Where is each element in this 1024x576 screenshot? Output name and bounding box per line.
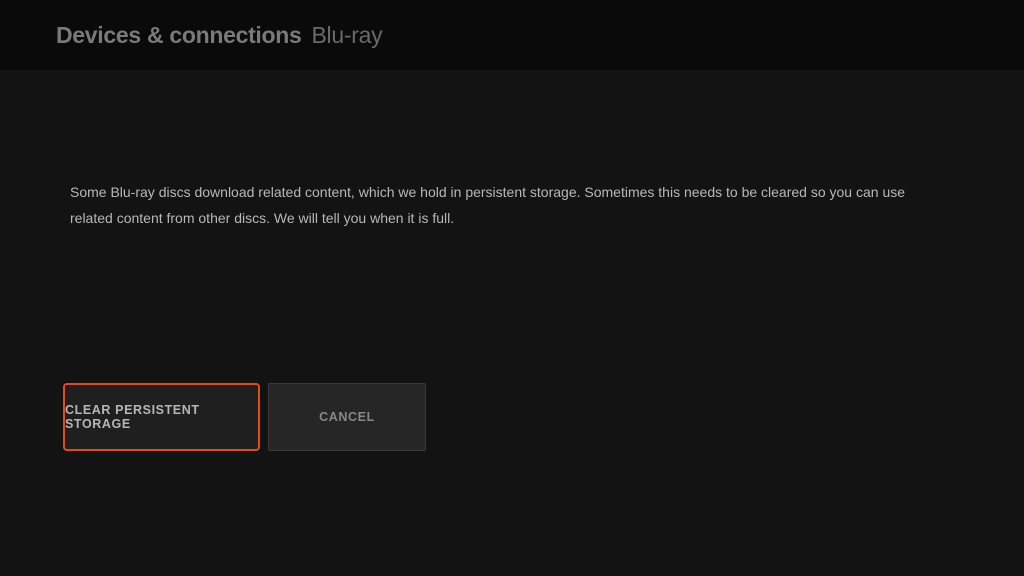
clear-persistent-storage-button[interactable]: CLEAR PERSISTENT STORAGE: [63, 383, 260, 451]
page-title: Devices & connections: [56, 22, 302, 49]
button-row: CLEAR PERSISTENT STORAGE CANCEL: [63, 383, 426, 451]
cancel-button[interactable]: CANCEL: [268, 383, 426, 451]
clear-button-label: CLEAR PERSISTENT STORAGE: [65, 403, 258, 431]
content-area: Some Blu-ray discs download related cont…: [0, 70, 1024, 232]
header: Devices & connections Blu-ray: [0, 0, 1024, 70]
description-text: Some Blu-ray discs download related cont…: [70, 180, 950, 232]
cancel-button-label: CANCEL: [319, 410, 375, 424]
page-subtitle: Blu-ray: [312, 22, 383, 49]
